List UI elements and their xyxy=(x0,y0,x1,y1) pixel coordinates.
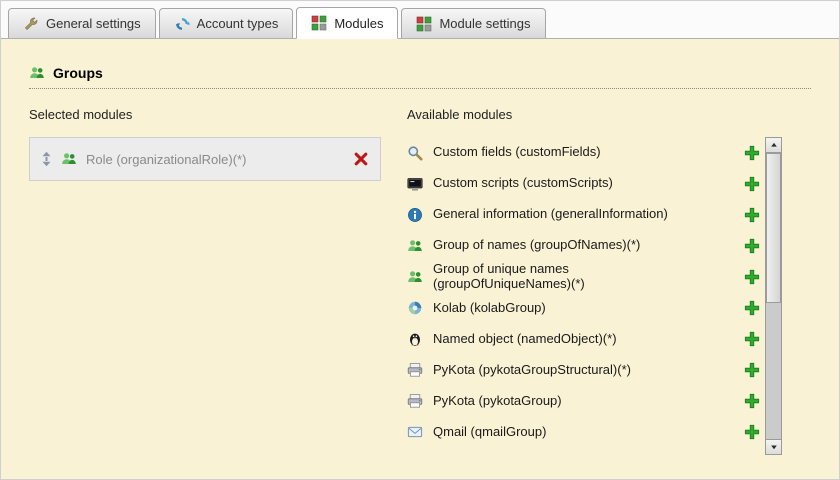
add-module-button[interactable] xyxy=(744,207,760,223)
tab-account-types[interactable]: Account types xyxy=(158,8,294,38)
remove-module-button[interactable] xyxy=(353,151,369,167)
add-module-button[interactable] xyxy=(744,176,760,192)
available-module-label: General information (generalInformation) xyxy=(433,206,668,222)
groups-section-header: Groups xyxy=(29,65,811,89)
add-module-button[interactable] xyxy=(744,331,760,347)
add-module-button[interactable] xyxy=(744,300,760,316)
available-module-row: Qmail (qmailGroup) xyxy=(407,417,765,448)
available-module-label: Group of names (groupOfNames)(*) xyxy=(433,237,641,253)
wrench-icon xyxy=(23,16,39,32)
tab-modules[interactable]: Modules xyxy=(296,7,399,39)
selected-modules-heading: Selected modules xyxy=(29,107,133,122)
magnifier-icon xyxy=(407,145,423,161)
modules-icon xyxy=(311,15,327,31)
available-modules-list-wrap: Custom fields (customFields) Custom scri… xyxy=(407,137,782,455)
available-module-label: Qmail (qmailGroup) xyxy=(433,423,547,439)
available-modules-column: Available modules Custom fields (customF… xyxy=(407,107,782,455)
scroll-up-button[interactable] xyxy=(766,138,781,153)
available-module-row: Kolab (kolabGroup) xyxy=(407,293,765,324)
tab-module-settings[interactable]: Module settings xyxy=(401,8,546,38)
available-module-label: Named object (namedObject)(*) xyxy=(433,330,617,346)
module-columns: Selected modules Role (organizationalRol… xyxy=(29,107,811,455)
add-module-button[interactable] xyxy=(744,145,760,161)
section-title: Groups xyxy=(53,65,103,81)
drag-handle-icon[interactable] xyxy=(41,151,52,167)
kolab-icon xyxy=(407,300,423,316)
available-module-row: Group of unique names (groupOfUniqueName… xyxy=(407,261,765,293)
add-module-button[interactable] xyxy=(744,238,760,254)
tab-label: General settings xyxy=(46,16,141,31)
available-modules-heading: Available modules xyxy=(407,107,513,122)
scroll-down-button[interactable] xyxy=(766,439,781,454)
selected-modules-column: Selected modules Role (organizationalRol… xyxy=(29,107,381,455)
modules-tab-content: Groups Selected modules Role (organizati… xyxy=(1,39,839,455)
available-module-label: Custom scripts (customScripts) xyxy=(433,175,613,191)
group-icon xyxy=(61,151,77,167)
available-modules-list: Custom fields (customFields) Custom scri… xyxy=(407,137,765,455)
terminal-icon xyxy=(407,176,423,192)
available-module-row: Custom scripts (customScripts) xyxy=(407,168,765,199)
available-module-row: Custom fields (customFields) xyxy=(407,137,765,168)
available-module-row: Group of names (groupOfNames)(*) xyxy=(407,230,765,261)
scrollbar-thumb[interactable] xyxy=(766,153,781,303)
group-icon xyxy=(407,238,423,254)
available-module-row: General information (generalInformation) xyxy=(407,199,765,230)
scrollbar-track[interactable] xyxy=(766,153,781,439)
printer-icon xyxy=(407,393,423,409)
info-icon xyxy=(407,207,423,223)
selected-module-row[interactable]: Role (organizationalRole)(*) xyxy=(29,137,381,181)
add-module-button[interactable] xyxy=(744,269,760,285)
available-module-label: Group of unique names (groupOfUniqueName… xyxy=(433,261,585,291)
modules-icon xyxy=(416,16,432,32)
available-module-label: Kolab (kolabGroup) xyxy=(433,299,546,315)
tab-label: Modules xyxy=(334,15,384,31)
vertical-scrollbar[interactable] xyxy=(765,137,782,455)
available-module-row: PyKota (pykotaGroupStructural)(*) xyxy=(407,355,765,386)
add-module-button[interactable] xyxy=(744,362,760,378)
printer-icon xyxy=(407,362,423,378)
add-module-button[interactable] xyxy=(744,393,760,409)
group-icon xyxy=(407,269,423,285)
add-module-button[interactable] xyxy=(744,424,760,440)
lam-configuration-page: General settings Account types Modules M… xyxy=(0,0,840,480)
available-module-row: Named object (namedObject)(*) xyxy=(407,324,765,355)
group-icon xyxy=(29,65,45,81)
available-module-label: PyKota (pykotaGroup) xyxy=(433,392,562,408)
tab-bar: General settings Account types Modules M… xyxy=(1,1,839,39)
mail-icon xyxy=(407,424,423,440)
available-module-label: Custom fields (customFields) xyxy=(433,144,601,160)
sync-icon xyxy=(174,16,190,32)
available-module-label: PyKota (pykotaGroupStructural)(*) xyxy=(433,361,631,377)
tab-label: Account types xyxy=(196,16,279,31)
selected-module-label: Role (organizationalRole)(*) xyxy=(86,151,247,167)
tab-general-settings[interactable]: General settings xyxy=(8,8,156,38)
penguin-icon xyxy=(407,331,423,347)
tab-label: Module settings xyxy=(439,16,531,31)
available-module-row: PyKota (pykotaGroup) xyxy=(407,386,765,417)
